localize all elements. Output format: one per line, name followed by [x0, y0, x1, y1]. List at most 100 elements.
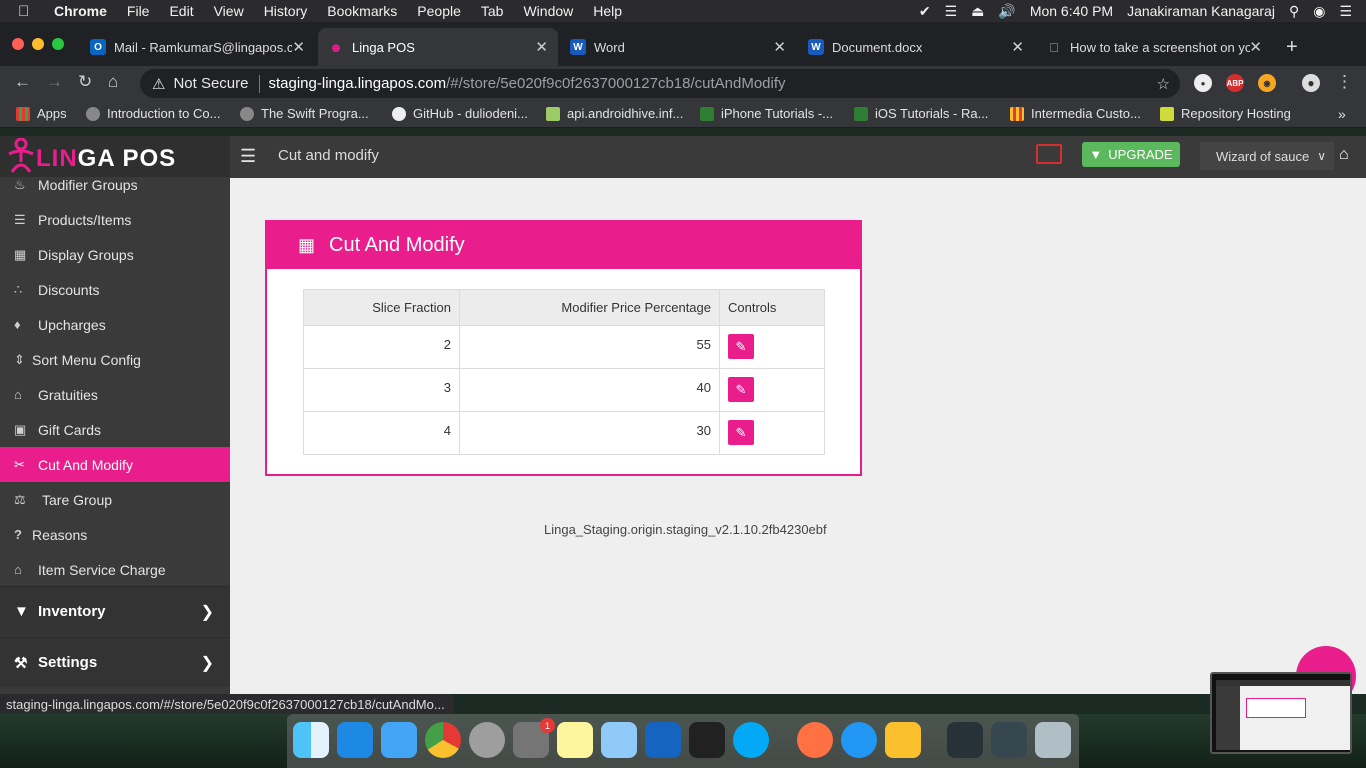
column-header-slice-fraction[interactable]: Slice Fraction	[303, 289, 460, 326]
tab-word[interactable]: W Word ✕	[560, 28, 796, 66]
screenshot-thumbnail-preview[interactable]	[1210, 672, 1352, 754]
sidebar-item-gratuities[interactable]: ⌂ Gratuities	[0, 377, 230, 412]
tab-screenshot-howto[interactable]:  How to take a screenshot on yo ✕	[1036, 28, 1272, 66]
bookmark-apps[interactable]: Apps	[16, 106, 67, 121]
volume-icon[interactable]: 🔊	[998, 3, 1015, 20]
zoom-window-button[interactable]	[52, 38, 64, 50]
profile-avatar-icon[interactable]: ●	[1302, 74, 1320, 92]
menu-file[interactable]: File	[127, 3, 150, 19]
owl-extension-icon[interactable]: ◉	[1258, 74, 1276, 92]
new-tab-plus-icon[interactable]: +	[1286, 36, 1298, 59]
system-preferences-icon[interactable]: 1	[513, 718, 555, 758]
column-header-modifier-price-percentage[interactable]: Modifier Price Percentage	[459, 289, 720, 326]
sidebar-group-settings[interactable]: ⚒ Settings ❯	[0, 637, 230, 687]
edit-button[interactable]: ✎	[728, 420, 754, 445]
menu-view[interactable]: View	[214, 3, 244, 19]
bookmark-androidhive[interactable]: api.androidhive.inf...	[546, 106, 683, 121]
simulator-icon[interactable]	[381, 722, 417, 758]
terminal-icon[interactable]	[689, 722, 725, 758]
hamburger-menu-icon[interactable]: ☰	[240, 146, 256, 167]
bookmark-swift[interactable]: The Swift Progra...	[240, 106, 369, 121]
sidebar-item-modifier-groups[interactable]: ♨ Modifier Groups	[0, 168, 230, 202]
sidebar-item-display-groups[interactable]: ▦ Display Groups	[0, 237, 230, 272]
apple-menu-icon[interactable]: 	[18, 3, 40, 20]
forward-arrow-icon[interactable]: →	[46, 72, 63, 92]
sidebar-item-sort-menu-config[interactable]: ⇕ Sort Menu Config	[0, 342, 230, 377]
sidebar-item-cut-and-modify[interactable]: ✂ Cut And Modify	[0, 447, 230, 482]
address-bar[interactable]: ⚠ Not Secure staging-linga.lingapos.com …	[140, 69, 1180, 98]
edit-button[interactable]: ✎	[728, 334, 754, 359]
menu-app-name[interactable]: Chrome	[54, 3, 107, 19]
close-tab-icon[interactable]: ✕	[1249, 38, 1262, 56]
spotlight-search-icon[interactable]: ⚲	[1289, 3, 1299, 20]
close-tab-icon[interactable]: ✕	[535, 38, 548, 56]
mail-icon[interactable]	[601, 722, 637, 758]
reload-icon[interactable]: ↻	[78, 72, 92, 92]
monitor-icon[interactable]	[1036, 144, 1062, 164]
notification-center-icon[interactable]: ☰	[1339, 3, 1352, 20]
user-name[interactable]: Janakiraman Kanagaraj	[1127, 3, 1275, 19]
sidebar-item-gift-cards[interactable]: ▣ Gift Cards	[0, 412, 230, 447]
launchpad-icon[interactable]	[469, 722, 505, 758]
postman-icon[interactable]	[797, 722, 833, 758]
warning-icon[interactable]: ⚠	[152, 75, 165, 93]
eject-icon[interactable]: ⏏	[971, 3, 984, 20]
home-icon[interactable]: ⌂	[108, 72, 118, 92]
home-icon[interactable]: ⌂	[1339, 146, 1349, 164]
menu-help[interactable]: Help	[593, 3, 622, 19]
menu-edit[interactable]: Edit	[169, 3, 193, 19]
sidebar-item-products[interactable]: ☰ Products/Items	[0, 202, 230, 237]
bookmark-iphone-tutorials[interactable]: iPhone Tutorials -...	[700, 106, 833, 121]
safari-icon[interactable]	[841, 722, 877, 758]
menu-tab[interactable]: Tab	[481, 3, 504, 19]
menu-bookmarks[interactable]: Bookmarks	[327, 3, 397, 19]
close-tab-icon[interactable]: ✕	[1011, 38, 1024, 56]
minimize-window-button[interactable]	[32, 38, 44, 50]
upgrade-button[interactable]: ▼ UPGRADE	[1082, 142, 1180, 167]
cut-and-modify-panel: ▦ Cut And Modify Slice Fraction Modifier…	[265, 220, 862, 476]
close-tab-icon[interactable]: ✕	[292, 38, 305, 56]
adblock-icon[interactable]: ABP	[1226, 74, 1244, 92]
bookmark-star-icon[interactable]: ☆	[1157, 75, 1170, 93]
window-stack-icon[interactable]	[991, 722, 1027, 758]
browser-menu-icon[interactable]: ⋮	[1336, 72, 1353, 92]
close-window-button[interactable]	[12, 38, 24, 50]
bookmark-repo-hosting[interactable]: Repository Hosting	[1160, 106, 1291, 121]
sidebar-item-reasons[interactable]: ? Reasons	[0, 517, 230, 552]
sidebar-item-service-charge[interactable]: ⌂ Item Service Charge	[0, 552, 230, 587]
notes-icon[interactable]	[557, 722, 593, 758]
menu-history[interactable]: History	[264, 3, 308, 19]
tab-document[interactable]: W Document.docx ✕	[798, 28, 1034, 66]
bookmark-intermedia[interactable]: Intermedia Custo...	[1010, 106, 1141, 121]
xcode-icon[interactable]	[337, 722, 373, 758]
clock[interactable]: Mon 6:40 PM	[1030, 3, 1113, 19]
sidebar-item-discounts[interactable]: ∴ Discounts	[0, 272, 230, 307]
back-arrow-icon[interactable]: ←	[14, 72, 31, 92]
screenshot-stack-icon[interactable]	[947, 722, 983, 758]
sidebar-item-tare-group[interactable]: ⚖ Tare Group	[0, 482, 230, 517]
close-tab-icon[interactable]: ✕	[773, 38, 786, 56]
wifi-icon[interactable]: ☰	[945, 3, 958, 20]
bookmark-intro[interactable]: Introduction to Co...	[86, 106, 220, 121]
check-icon[interactable]: ✔	[919, 3, 931, 20]
sidebar-group-inventory[interactable]: ▼ Inventory ❯	[0, 586, 230, 636]
preview-icon[interactable]	[885, 722, 921, 758]
tab-mail[interactable]: O Mail - RamkumarS@lingapos.co ✕	[80, 28, 315, 66]
bookmarks-overflow-icon[interactable]: »	[1338, 106, 1346, 122]
sidebar-item-upcharges[interactable]: ♦ Upcharges	[0, 307, 230, 342]
chrome-icon[interactable]	[425, 722, 461, 758]
security-label[interactable]: Not Secure	[173, 75, 248, 92]
skype-icon[interactable]	[733, 722, 769, 758]
vscode-icon[interactable]	[645, 722, 681, 758]
extension-icon[interactable]: ●	[1194, 74, 1212, 92]
siri-icon[interactable]: ◉	[1313, 3, 1325, 20]
menu-people[interactable]: People	[417, 3, 461, 19]
bookmark-ios-tutorials[interactable]: iOS Tutorials - Ra...	[854, 106, 988, 121]
tab-linga-pos[interactable]: ☻ Linga POS ✕	[318, 28, 558, 66]
bookmark-github[interactable]: GitHub - duliodeni...	[392, 106, 528, 121]
menu-window[interactable]: Window	[523, 3, 573, 19]
finder-icon[interactable]	[293, 722, 329, 758]
trash-icon[interactable]	[1035, 722, 1071, 758]
edit-button[interactable]: ✎	[728, 377, 754, 402]
store-selector[interactable]: Wizard of sauce ∨	[1200, 142, 1334, 170]
